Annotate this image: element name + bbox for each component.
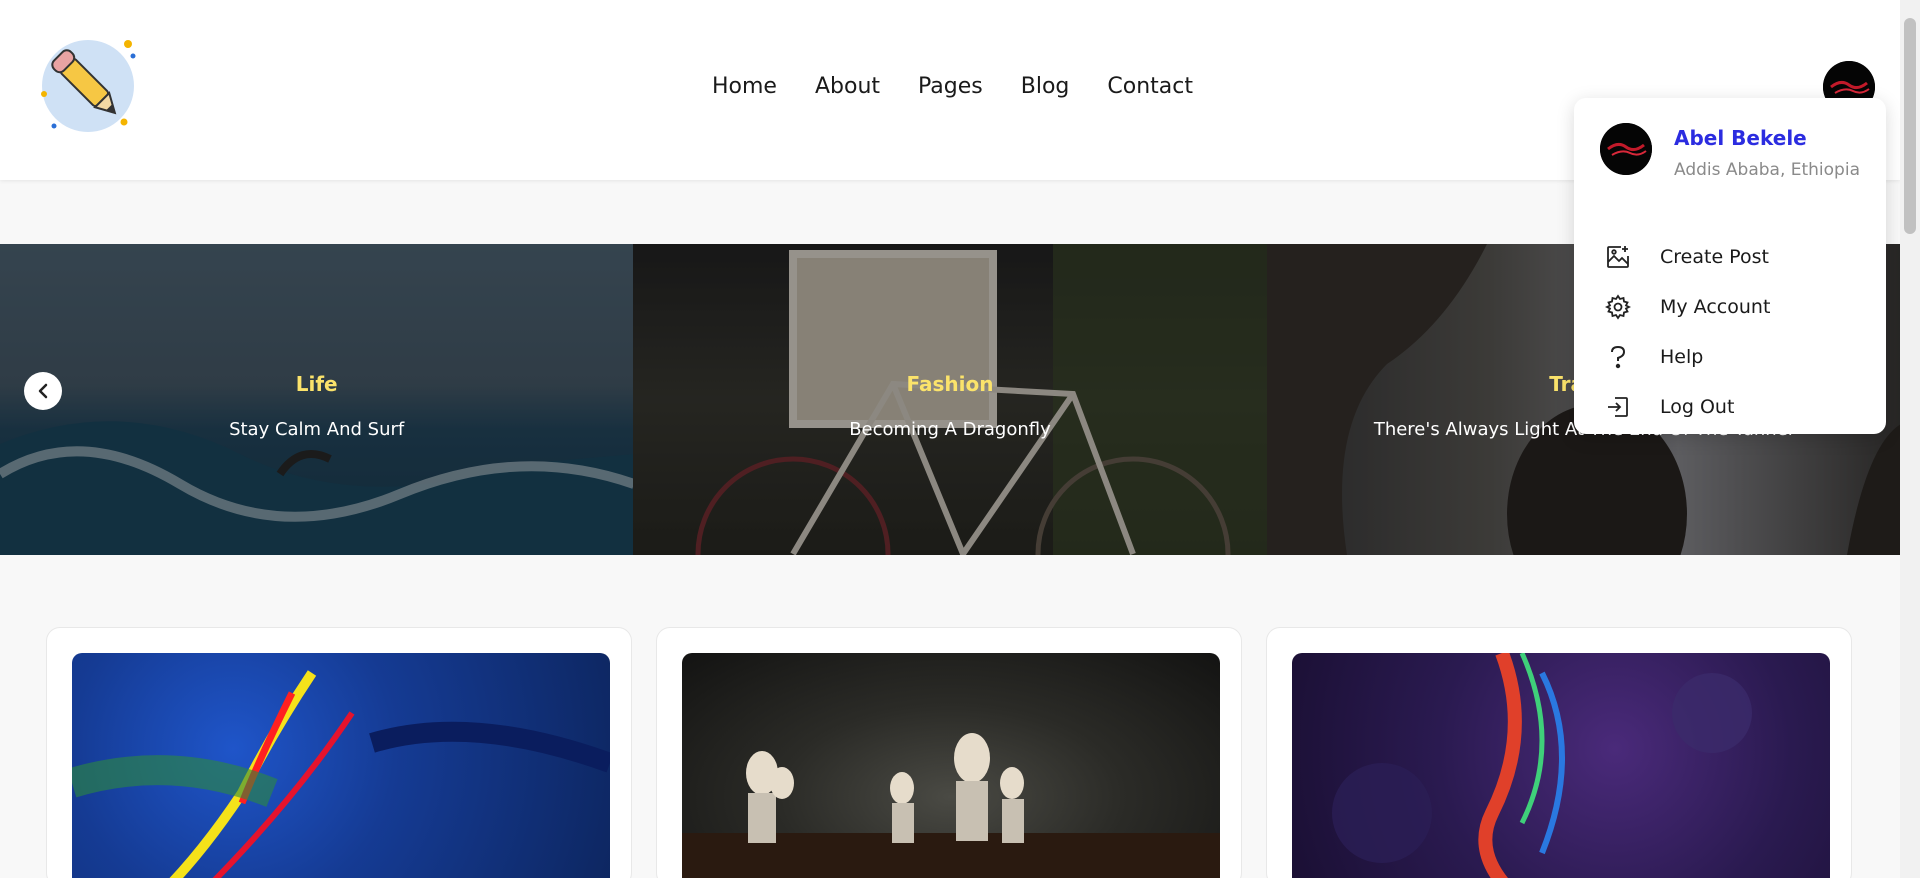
menu-item-my-account[interactable]: My Account <box>1604 289 1864 325</box>
page-scrollbar[interactable] <box>1900 0 1920 878</box>
post-image[interactable] <box>1292 653 1830 878</box>
post-card[interactable] <box>46 627 632 878</box>
slide-overlay <box>0 244 634 555</box>
post-card[interactable] <box>1266 627 1852 878</box>
nav-blog[interactable]: Blog <box>1021 74 1070 99</box>
avatar[interactable] <box>1600 123 1652 175</box>
nav-contact[interactable]: Contact <box>1107 74 1193 99</box>
logo[interactable] <box>36 34 140 138</box>
question-icon <box>1604 343 1632 371</box>
scrollbar-thumb[interactable] <box>1904 18 1916 234</box>
nav-about[interactable]: About <box>815 74 880 99</box>
slide-category[interactable]: Life <box>0 372 633 396</box>
logout-icon <box>1604 393 1632 421</box>
carousel-prev-button[interactable] <box>24 372 62 410</box>
menu-item-log-out[interactable]: Log Out <box>1604 389 1864 425</box>
menu-item-create-post[interactable]: Create Post <box>1604 239 1864 275</box>
image-plus-icon <box>1604 243 1632 271</box>
carousel-slide-life[interactable]: Life Stay Calm And Surf <box>0 244 634 555</box>
menu-item-label: Create Post <box>1660 246 1769 268</box>
menu-item-label: My Account <box>1660 296 1771 318</box>
nav-pages[interactable]: Pages <box>918 74 983 99</box>
menu-item-label: Log Out <box>1660 396 1735 418</box>
user-name-link[interactable]: Abel Bekele <box>1674 126 1807 150</box>
slide-category[interactable]: Fashion <box>633 372 1266 396</box>
post-card[interactable] <box>656 627 1242 878</box>
slide-overlay <box>633 244 1267 555</box>
carousel-slide-fashion[interactable]: Fashion Becoming A Dragonfly <box>633 244 1267 555</box>
slide-title[interactable]: Becoming A Dragonfly <box>633 419 1266 440</box>
user-dropdown-menu: Abel Bekele Addis Ababa, Ethiopia Create… <box>1574 98 1886 434</box>
nav-home[interactable]: Home <box>712 74 777 99</box>
main-nav: Home About Pages Blog Contact <box>712 74 1193 99</box>
menu-item-label: Help <box>1660 346 1704 368</box>
post-cards <box>46 627 1852 878</box>
gear-icon <box>1604 293 1632 321</box>
chevron-left-icon <box>38 383 48 399</box>
post-image[interactable] <box>682 653 1220 878</box>
menu-item-help[interactable]: Help <box>1604 339 1864 375</box>
user-location: Addis Ababa, Ethiopia <box>1674 160 1860 180</box>
post-image[interactable] <box>72 653 610 878</box>
slide-title[interactable]: Stay Calm And Surf <box>0 419 633 440</box>
